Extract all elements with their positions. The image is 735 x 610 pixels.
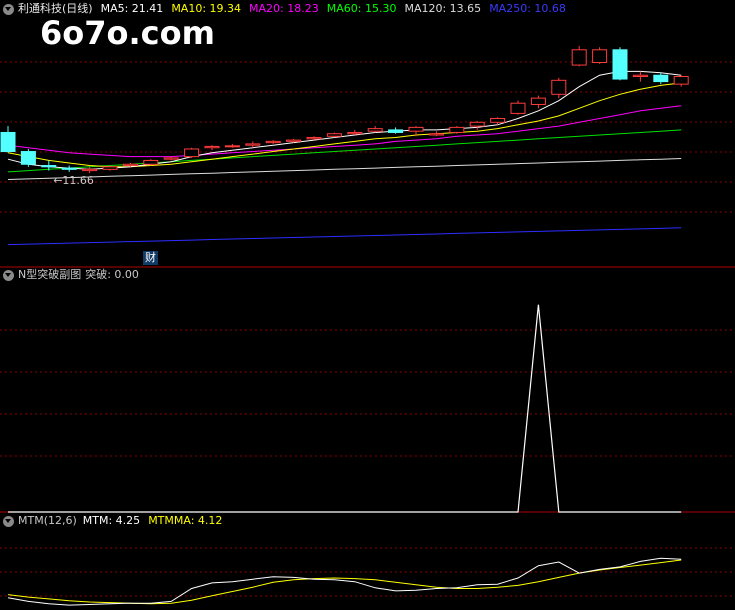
candle-body bbox=[428, 133, 444, 136]
indicator1-name: N型突破副图 bbox=[18, 268, 82, 281]
panel-toggle-icon[interactable] bbox=[3, 515, 14, 527]
breakout-line bbox=[8, 304, 682, 513]
candle-body bbox=[204, 145, 220, 149]
candle-body bbox=[20, 151, 36, 165]
candle-body bbox=[0, 131, 16, 153]
candle-body bbox=[224, 145, 240, 148]
candle-body bbox=[653, 74, 669, 83]
mtm-line bbox=[7, 557, 682, 606]
candle-body bbox=[347, 131, 363, 135]
ma-legend-item: MA120: 13.65 bbox=[404, 2, 482, 15]
candle-body bbox=[530, 97, 546, 105]
watermark-text: 6o7o.com bbox=[40, 14, 215, 52]
candle-body bbox=[265, 140, 281, 144]
ma250-line bbox=[7, 227, 682, 246]
candle-body bbox=[408, 126, 424, 132]
indicator1-value: 突破: 0.00 bbox=[85, 268, 139, 281]
candle-body bbox=[469, 121, 485, 127]
candle-body bbox=[143, 159, 159, 165]
ma-legend-item: MA60: 15.30 bbox=[326, 2, 397, 15]
indicator2-name: MTM(12,6) bbox=[18, 514, 77, 527]
ma5-line bbox=[7, 70, 682, 170]
candle-body bbox=[367, 128, 383, 132]
candle-body bbox=[102, 166, 118, 170]
candle-body bbox=[163, 157, 179, 160]
candle-body bbox=[632, 74, 648, 78]
candle-body bbox=[82, 168, 98, 172]
candle-body bbox=[306, 137, 322, 140]
candle-body bbox=[673, 76, 689, 85]
finance-badge[interactable]: 财 bbox=[143, 251, 158, 265]
candle-body bbox=[510, 102, 526, 114]
candle-body bbox=[612, 49, 628, 80]
candle-body bbox=[571, 49, 587, 66]
mtm-value: MTM: 4.25 bbox=[82, 514, 141, 527]
candle-body bbox=[286, 139, 302, 142]
candle-body bbox=[592, 49, 608, 64]
candle-body bbox=[490, 117, 506, 123]
ma-legend-item: MA20: 18.23 bbox=[249, 2, 319, 15]
candle-body bbox=[551, 79, 567, 95]
ma10-line bbox=[7, 82, 682, 168]
candle-body bbox=[326, 133, 342, 137]
candle-body bbox=[41, 165, 57, 168]
ma20-line bbox=[7, 105, 682, 158]
panel-toggle-icon[interactable] bbox=[3, 3, 14, 15]
mtmma-value: MTMMA: 4.12 bbox=[148, 514, 223, 527]
ma-legend-item: MA250: 10.68 bbox=[489, 2, 566, 15]
candle-body bbox=[245, 143, 261, 146]
candle-body bbox=[388, 129, 404, 133]
indicator1-legend: N型突破副图 突破: 0.00 bbox=[0, 266, 147, 284]
candle-body bbox=[449, 126, 465, 133]
candle-body bbox=[184, 148, 200, 158]
candle-body bbox=[61, 167, 77, 170]
low-price-marker: ←11.66 bbox=[53, 174, 94, 187]
indicator2-legend: MTM(12,6) MTM: 4.25 MTMMA: 4.12 bbox=[0, 512, 230, 530]
panel-toggle-icon[interactable] bbox=[3, 269, 14, 281]
mtmma-line bbox=[7, 559, 682, 605]
candle-body bbox=[122, 163, 138, 167]
